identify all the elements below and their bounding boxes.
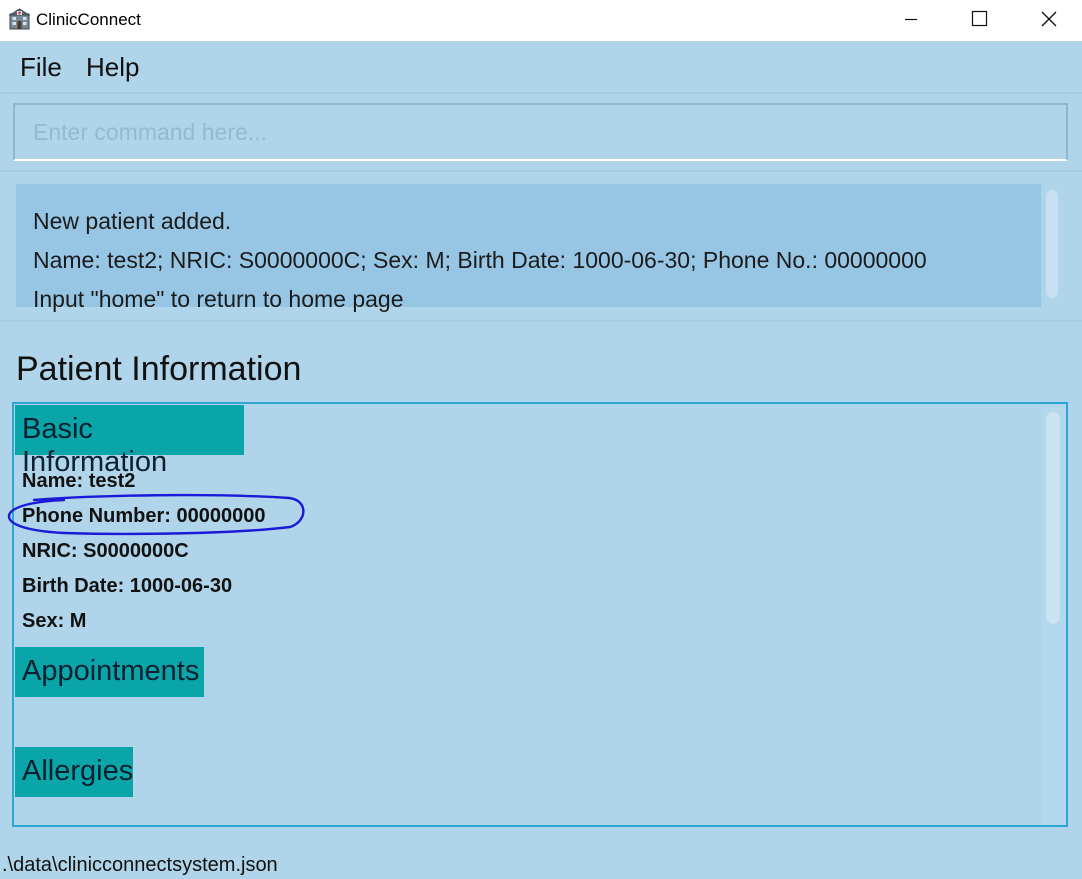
allergies-header: Allergies xyxy=(15,747,133,797)
patient-info-scrollbar-thumb[interactable] xyxy=(1046,412,1060,624)
page-title: Patient Information xyxy=(16,350,302,388)
close-button[interactable] xyxy=(1014,0,1082,41)
close-icon xyxy=(1041,11,1057,27)
clinic-building-icon xyxy=(9,8,30,30)
result-line: New patient added. xyxy=(33,208,232,234)
patient-info-scrollbar[interactable] xyxy=(1042,404,1066,825)
menu-file[interactable]: File xyxy=(20,52,62,83)
patient-nric: NRIC: S0000000C xyxy=(22,540,189,562)
maximize-button[interactable] xyxy=(944,0,1014,41)
appointments-header: Appointments xyxy=(15,647,204,697)
save-file-path: .\data\clinicconnectsystem.json xyxy=(2,854,278,876)
minimize-icon xyxy=(905,18,917,21)
minimize-button[interactable] xyxy=(876,0,946,41)
patient-name: Name: test2 xyxy=(22,470,136,492)
result-scrollbar[interactable] xyxy=(1044,190,1060,300)
patient-sex: Sex: M xyxy=(22,610,87,632)
menu-bar: File Help xyxy=(0,41,1082,94)
result-line: Name: test2; NRIC: S0000000C; Sex: M; Bi… xyxy=(33,247,927,273)
command-box-container xyxy=(0,96,1082,172)
result-line: Input "home" to return to home page xyxy=(33,286,404,312)
result-display-container: New patient added. Name: test2; NRIC: S0… xyxy=(0,174,1082,322)
patient-birth-date: Birth Date: 1000-06-30 xyxy=(22,575,233,597)
title-bar: ClinicConnect xyxy=(0,0,1082,41)
patient-phone: Phone Number: 00000000 xyxy=(22,505,266,527)
menu-help[interactable]: Help xyxy=(86,52,139,83)
result-scrollbar-thumb[interactable] xyxy=(1046,190,1058,298)
command-input[interactable] xyxy=(13,103,1068,161)
window-title: ClinicConnect xyxy=(36,10,141,29)
status-bar: .\data\clinicconnectsystem.json xyxy=(0,843,1082,879)
result-display: New patient added. Name: test2; NRIC: S0… xyxy=(16,184,1041,312)
patient-info-panel: Basic Information Name: test2 Phone Numb… xyxy=(12,402,1068,827)
basic-information-header: Basic Information xyxy=(15,405,244,478)
maximize-icon xyxy=(971,10,988,27)
